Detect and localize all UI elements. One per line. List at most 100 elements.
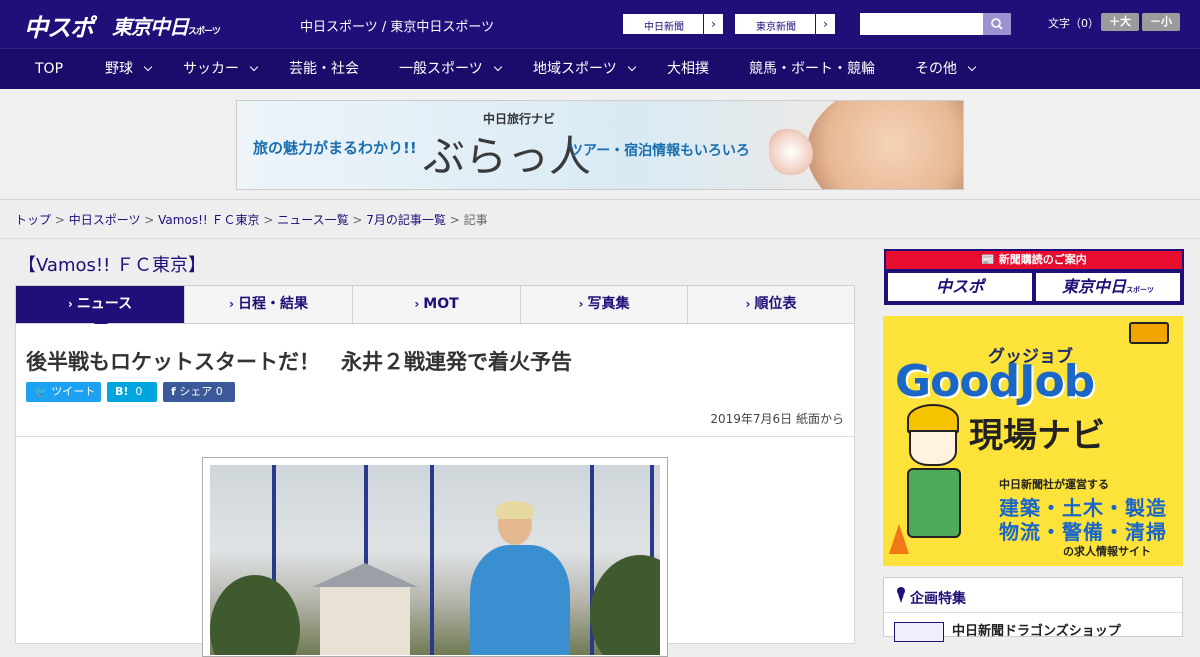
font-smaller-button[interactable]: －小: [1142, 13, 1180, 31]
article-photo[interactable]: [210, 465, 660, 655]
player-shirt: [470, 545, 570, 655]
banner-area: 旅の魅力がまるわかり!! 中日旅行ナビ ぶらっ人 ツアー・宿泊情報もいろいろ: [0, 89, 1200, 200]
nav-item-top[interactable]: TOP: [35, 49, 63, 90]
nav-item-label: 地域スポーツ: [533, 61, 617, 77]
goal-pole: [430, 465, 434, 655]
breadcrumb-top[interactable]: トップ: [15, 213, 51, 227]
tweet-button[interactable]: 🐦 ツイート: [26, 382, 101, 402]
chunichi-shimbun-label: 中日新聞: [644, 22, 684, 33]
tokyo-chunichi-logo[interactable]: 東京中日スポーツ: [112, 11, 221, 40]
breadcrumb-july-list[interactable]: 7月の記事一覧: [366, 213, 446, 227]
tree: [210, 575, 300, 655]
nav-item-label: サッカー: [183, 61, 239, 77]
house: [312, 563, 418, 655]
nav-item-racing[interactable]: 競馬・ボート・競輪: [749, 49, 875, 90]
nav-item-sumo[interactable]: 大相撲: [667, 49, 709, 90]
divider: [16, 436, 854, 437]
chevron-right-icon: ›: [67, 297, 73, 311]
nav-item-label: 芸能・社会: [289, 61, 359, 77]
nav-item-baseball[interactable]: 野球: [105, 49, 153, 90]
tokyo-chunichi-logo-small: スポーツ: [188, 27, 221, 37]
tab-label: 順位表: [754, 296, 797, 312]
subscribe-tokyo-chunichi-button[interactable]: 東京中日スポーツ: [1036, 273, 1180, 301]
top-header: 中スポ 東京中日スポーツ 中日スポーツ / 東京中日スポーツ 中日新聞 › 東京…: [0, 0, 1200, 48]
article-photo-frame: [202, 457, 668, 657]
dragons-shop-thumbnail[interactable]: [894, 622, 944, 642]
main-nav: TOP 野球 サッカー 芸能・社会 一般スポーツ 地域スポーツ 大相撲 競馬・ボ…: [0, 48, 1200, 89]
article-date: 2019年7月6日 紙面から: [710, 412, 844, 426]
tab-standings[interactable]: › 順位表: [688, 286, 854, 323]
nav-item-soccer[interactable]: サッカー: [183, 49, 259, 90]
tab-label: 日程・結果: [237, 296, 308, 312]
breadcrumb-chunichi-sports[interactable]: 中日スポーツ: [69, 213, 141, 227]
feature-title: 企画特集: [910, 591, 966, 607]
chevron-right-icon: ›: [414, 297, 420, 311]
chevron-down-icon: [493, 62, 502, 72]
site-title: 中日スポーツ / 東京中日スポーツ: [300, 20, 495, 35]
tab-photos[interactable]: › 写真集: [521, 286, 688, 323]
section-tabs: › ニュース › 日程・結果 › MOT › 写真集 › 順位表: [15, 285, 855, 330]
player-hair: [496, 501, 534, 519]
article: 後半戦もロケットスタートだ！ 永井２戦連発で着火予告 🐦 ツイート B! 0 f…: [15, 324, 855, 657]
seashell-image: [769, 129, 813, 175]
goodjob-title: GoodJob: [895, 356, 1095, 407]
chevron-right-icon: ›: [578, 297, 584, 311]
nav-item-label: 野球: [105, 61, 133, 77]
divider: [884, 612, 1182, 613]
search-input[interactable]: [860, 13, 983, 35]
tab-schedule[interactable]: › 日程・結果: [185, 286, 353, 323]
goodjob-ad[interactable]: グッジョブ GoodJob 現場ナビ 中日新聞社が運営する 建築・土木・製造 物…: [883, 316, 1183, 566]
nav-item-label: 大相撲: [667, 61, 709, 77]
nav-item-label: TOP: [35, 61, 64, 77]
article-headline: 後半戦もロケットスタートだ！ 永井２戦連発で着火予告: [26, 350, 572, 374]
nav-item-other[interactable]: その他: [915, 49, 977, 90]
nav-item-general-sports[interactable]: 一般スポーツ: [399, 49, 502, 90]
worker-illustration: [903, 404, 965, 554]
tree: [590, 555, 660, 655]
facebook-share-label: シェア: [179, 385, 213, 398]
section-title: 【Vamos!! ＦＣ東京】: [18, 255, 207, 276]
newspaper-icon: 📰: [981, 253, 995, 266]
subscribe-chuspo-button[interactable]: 中スポ: [888, 273, 1032, 301]
facebook-share-button[interactable]: f シェア 0: [163, 382, 235, 402]
goodjob-line4: の求人情報サイト: [1063, 545, 1151, 558]
goodjob-line1: 中日新聞社が運営する: [999, 478, 1109, 491]
goodjob-subtitle: 現場ナビ: [969, 416, 1105, 456]
chunichi-shimbun-link[interactable]: 中日新聞 ›: [622, 13, 724, 35]
nav-item-label: 競馬・ボート・競輪: [749, 61, 875, 77]
nav-item-local-sports[interactable]: 地域スポーツ: [533, 49, 636, 90]
tokyo-shimbun-link[interactable]: 東京新聞 ›: [734, 13, 836, 35]
tab-news[interactable]: › ニュース: [16, 286, 185, 330]
breadcrumb-fc-tokyo[interactable]: Vamos!! ＦＣ東京: [158, 213, 259, 227]
search-icon: [991, 18, 1003, 30]
nav-item-entertainment[interactable]: 芸能・社会: [289, 49, 359, 90]
subscription-box: 📰 新聞購読のご案内 中スポ 東京中日スポーツ: [884, 249, 1184, 305]
subscription-header: 📰 新聞購読のご案内: [886, 251, 1182, 269]
breadcrumb: トップ > 中日スポーツ > Vamos!! ＦＣ東京 > ニュース一覧 > 7…: [15, 213, 488, 227]
breadcrumb-news-list[interactable]: ニュース一覧: [277, 213, 348, 227]
tokyo-chunichi-logo-text: 東京中日: [112, 15, 189, 39]
travel-ad-banner[interactable]: 旅の魅力がまるわかり!! 中日旅行ナビ ぶらっ人 ツアー・宿泊情報もいろいろ: [236, 100, 964, 190]
font-larger-button[interactable]: ＋大: [1101, 13, 1139, 31]
hatena-bookmark-button[interactable]: B! 0: [107, 382, 157, 402]
nav-item-label: 一般スポーツ: [399, 61, 483, 77]
hatena-count: 0: [135, 385, 143, 398]
twitter-icon: 🐦: [34, 385, 48, 398]
tab-label: MOT: [423, 296, 459, 312]
ribbon-icon: [897, 587, 905, 603]
chuspo-logo[interactable]: 中スポ: [24, 8, 94, 43]
subscribe-tokyo-chunichi-label: 東京中日: [1062, 277, 1127, 296]
chevron-right-icon: ›: [815, 14, 835, 34]
tab-label: ニュース: [76, 296, 133, 312]
hatena-icon: B!: [115, 385, 129, 398]
chevron-down-icon: [143, 62, 153, 72]
search-button[interactable]: [983, 13, 1011, 35]
subscription-header-label: 新聞購読のご案内: [998, 253, 1087, 266]
tab-mot[interactable]: › MOT: [353, 286, 521, 323]
facebook-count: 0: [215, 385, 223, 398]
chevron-right-icon: ›: [745, 297, 751, 311]
tab-label: 写真集: [587, 296, 630, 312]
banner-brand-large: ぶらっ人: [423, 132, 592, 181]
worker-body: [907, 468, 961, 538]
woman-photo: [807, 101, 963, 189]
